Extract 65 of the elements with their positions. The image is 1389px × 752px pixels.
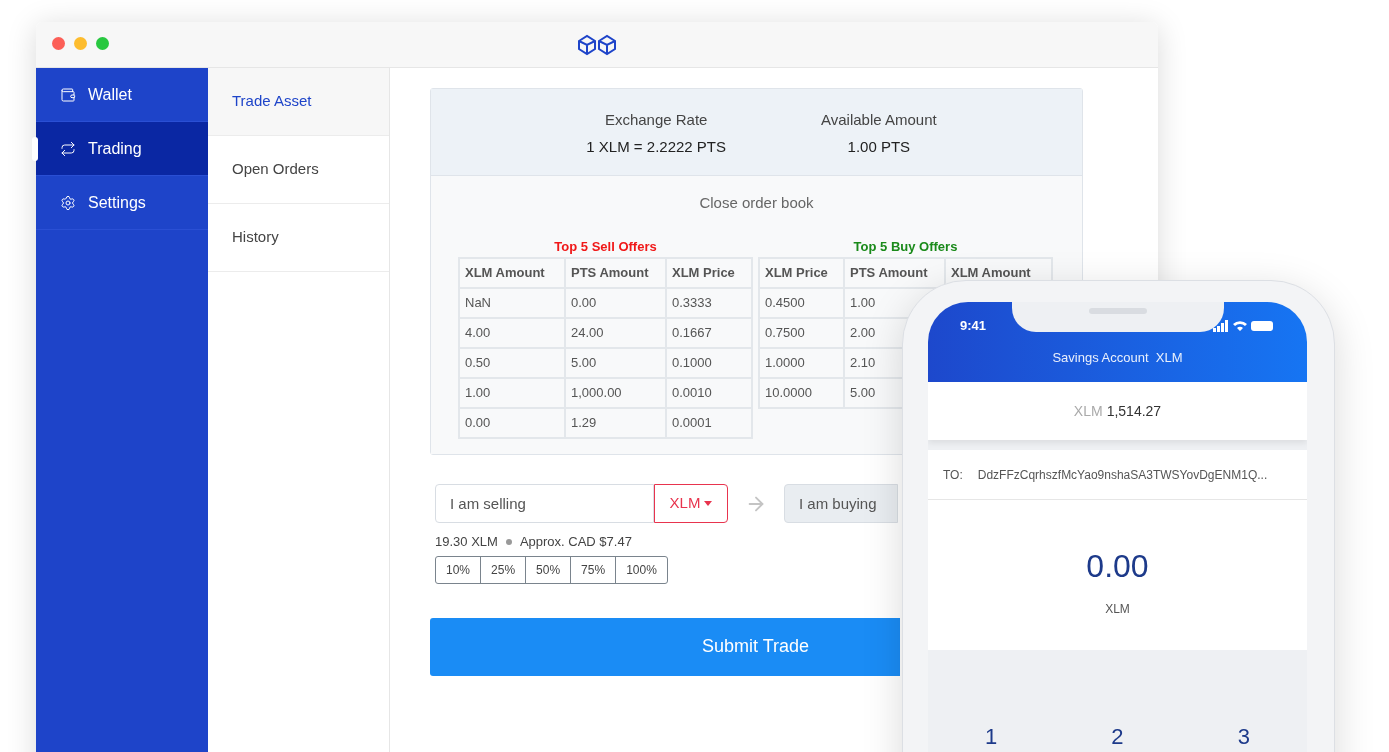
sidebar-label: Trading (88, 138, 142, 159)
table-cell: 1.00 (459, 377, 565, 408)
table-cell: 10.0000 (759, 377, 844, 408)
percent-button[interactable]: 10% (436, 556, 481, 583)
table-title: Top 5 Buy Offers (852, 237, 959, 256)
keypad-key[interactable]: 2 (1111, 720, 1124, 752)
minimize-icon[interactable] (74, 37, 87, 50)
status-time: 9:41 (960, 317, 987, 336)
keypad-key[interactable]: 3 (1237, 720, 1250, 752)
table-cell: 0.3333 (666, 287, 752, 318)
summary-value: 1.00 PTS (847, 136, 911, 157)
sidebar-label: Settings (88, 192, 146, 213)
balance-unit: XLM (1073, 401, 1103, 421)
summary-value: 1 XLM = 2.2222 PTS (586, 136, 726, 157)
logo-icon (577, 33, 617, 56)
table-cell: 5.00 (565, 347, 666, 378)
status-icons-drawing (1213, 320, 1275, 332)
table-cell: NaN (459, 287, 565, 318)
summary-label: Available Amount (821, 110, 937, 130)
column-header: XLM Amount (459, 257, 565, 288)
table-cell: 4.00 (459, 317, 565, 348)
sidebar-label: Wallet (88, 84, 132, 105)
caret-icon (704, 501, 713, 506)
table-cell: 1.0000 (759, 347, 844, 378)
balance-text: 19.30 XLM (435, 533, 498, 551)
table-cell: 0.7500 (759, 317, 844, 348)
amount-unit: XLM (1105, 601, 1130, 618)
table-cell: 0.50 (459, 347, 565, 378)
percent-button[interactable]: 50% (525, 556, 571, 583)
summary-label: Exchange Rate (604, 110, 708, 130)
to-label: TO: (943, 466, 963, 484)
subnav-tab[interactable]: Trade Asset (208, 68, 389, 136)
table-cell: 1,000.00 (565, 377, 666, 408)
table-cell: 0.4500 (759, 287, 844, 318)
selling-input[interactable]: I am selling (435, 484, 654, 523)
close-icon[interactable] (52, 37, 65, 50)
recipient-address: DdzFFzCqrhszfMcYao9nshaSA3TWSYovDgENM1Q... (977, 466, 1268, 484)
column-header: PTS Amount (565, 257, 666, 288)
swap-arrows-icon (60, 140, 76, 157)
phone-balance: 1,514.27 (1106, 401, 1162, 421)
percent-button[interactable]: 100% (615, 556, 667, 583)
keypad-key[interactable]: 1 (985, 720, 998, 752)
table-title: Top 5 Sell Offers (553, 237, 658, 256)
column-header: PTS Amount (844, 257, 945, 288)
table-cell: 0.0001 (666, 407, 752, 438)
table-cell: 0.00 (565, 287, 666, 318)
table-cell: 1.29 (565, 407, 666, 438)
amount-value: 0.00 (1086, 547, 1149, 586)
maximize-icon[interactable] (96, 37, 109, 50)
wallet-icon (60, 86, 76, 103)
approx-value: Approx. CAD $7.47 (519, 533, 632, 551)
column-header: XLM Price (666, 257, 752, 288)
percent-button[interactable]: 75% (570, 556, 616, 583)
table-cell: 0.0010 (666, 377, 752, 408)
order-book-toggle[interactable]: Close order book (699, 192, 814, 215)
buying-input[interactable]: I am buying (784, 484, 898, 523)
table-cell: 24.00 (565, 317, 666, 348)
table-cell: 0.1667 (666, 317, 752, 348)
column-header: XLM Price (759, 257, 844, 288)
settings-icon (60, 194, 76, 211)
percent-button[interactable]: 25% (480, 556, 526, 583)
table-cell: 0.1000 (666, 347, 752, 378)
currency-dropdown[interactable]: XLM (654, 484, 728, 523)
table-cell: 0.00 (459, 407, 565, 438)
phone-title: Savings Account XLM (1051, 349, 1184, 367)
